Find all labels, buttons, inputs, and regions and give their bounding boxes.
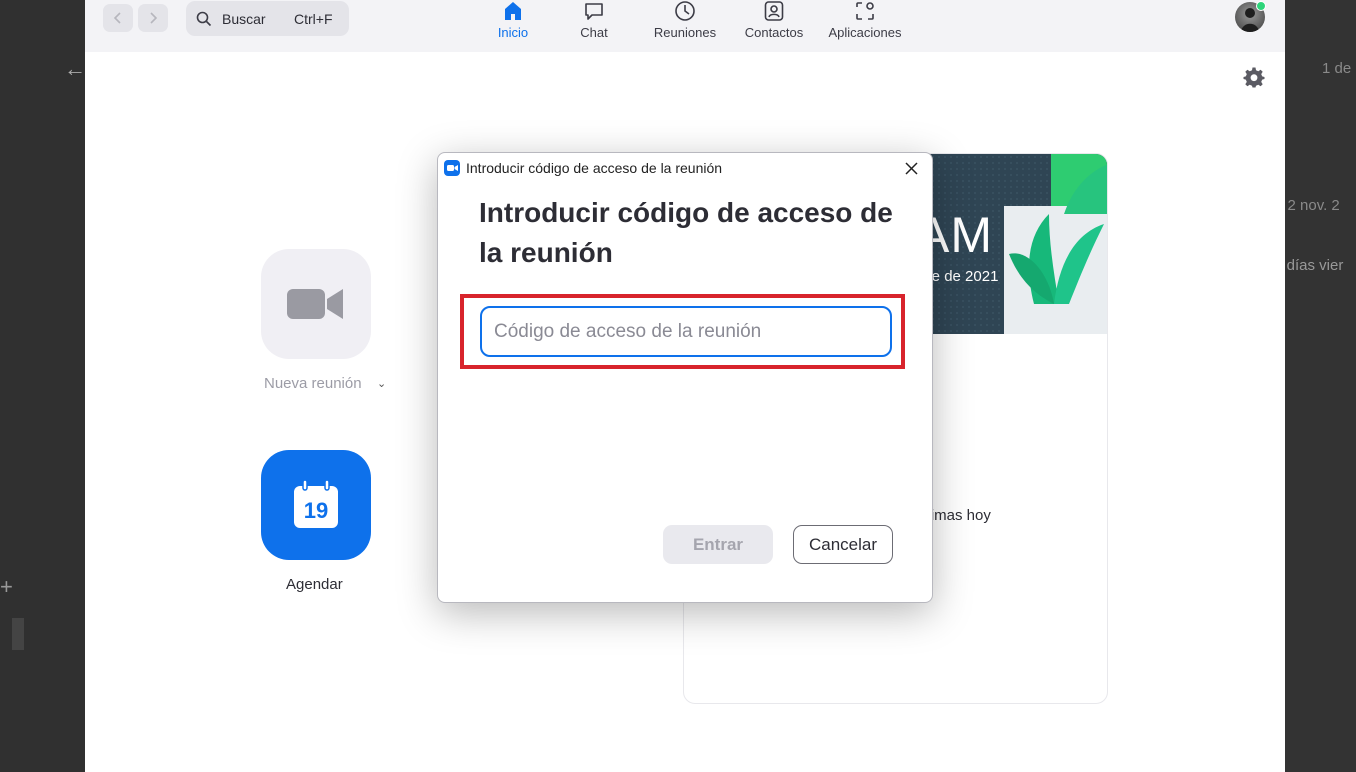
schedule-button[interactable]: 19 bbox=[261, 450, 371, 560]
settings-gear-icon[interactable] bbox=[1243, 66, 1265, 88]
new-meeting-button[interactable] bbox=[261, 249, 371, 359]
search-label: Buscar bbox=[222, 11, 266, 27]
passcode-dialog: Introducir código de acceso de la reunió… bbox=[437, 152, 933, 603]
clock-icon bbox=[675, 1, 695, 21]
chat-icon bbox=[585, 3, 603, 20]
add-icon: + bbox=[0, 574, 13, 599]
calendar-icon: 19 bbox=[294, 480, 338, 528]
contacts-icon bbox=[764, 1, 784, 21]
plant-illustration bbox=[1004, 154, 1107, 334]
passcode-input[interactable] bbox=[480, 306, 892, 357]
schedule-label: Agendar bbox=[286, 576, 343, 593]
search-input[interactable]: Buscar Ctrl+F bbox=[186, 1, 349, 36]
back-button[interactable] bbox=[103, 4, 133, 32]
page-indicator: 1 de bbox=[1322, 60, 1352, 77]
tab-chat[interactable]: Chat bbox=[574, 0, 614, 52]
chevron-right-icon bbox=[150, 12, 158, 24]
background-date: r, 2 nov. 2 bbox=[1285, 197, 1340, 214]
search-icon bbox=[196, 11, 212, 27]
chevron-left-icon bbox=[113, 12, 121, 24]
zoom-app-icon bbox=[444, 160, 460, 176]
new-meeting-label: Nueva reunión bbox=[264, 375, 362, 392]
background-days: s días vier bbox=[1285, 257, 1344, 274]
dialog-window-title: Introducir código de acceso de la reunió… bbox=[466, 160, 723, 176]
dialog-heading: Introducir código de acceso de la reunió… bbox=[479, 197, 893, 268]
tab-label: Reuniones bbox=[653, 25, 717, 40]
back-arrow-icon: ← bbox=[64, 56, 86, 81]
chevron-down-icon[interactable]: ⌄ bbox=[377, 377, 386, 390]
background-app-right-content: 1 de r, 2 nov. 2 s días vier bbox=[1285, 0, 1356, 772]
presence-indicator bbox=[1256, 1, 1266, 11]
cancel-button[interactable]: Cancelar bbox=[793, 525, 893, 564]
tab-contactos[interactable]: Contactos bbox=[741, 0, 807, 52]
top-toolbar: Buscar Ctrl+F Inicio Chat Reuniones Cont… bbox=[85, 0, 1285, 52]
background-bar bbox=[12, 618, 24, 650]
search-shortcut: Ctrl+F bbox=[294, 11, 333, 27]
tab-label: Contactos bbox=[744, 25, 804, 40]
tab-label: Inicio bbox=[497, 25, 529, 40]
apps-icon bbox=[856, 2, 874, 20]
forward-button[interactable] bbox=[138, 4, 168, 32]
background-app-left bbox=[0, 0, 85, 772]
video-camera-icon bbox=[287, 289, 343, 319]
tab-label: Aplicaciones bbox=[828, 25, 902, 40]
tab-inicio[interactable]: Inicio bbox=[489, 0, 537, 52]
tab-reuniones[interactable]: Reuniones bbox=[650, 0, 720, 52]
tab-aplicaciones[interactable]: Aplicaciones bbox=[827, 0, 903, 52]
close-button[interactable] bbox=[901, 158, 921, 178]
close-icon bbox=[904, 161, 918, 175]
tab-label: Chat bbox=[580, 25, 608, 40]
enter-button[interactable]: Entrar bbox=[663, 525, 773, 564]
home-icon bbox=[505, 2, 521, 20]
calendar-day: 19 bbox=[304, 498, 328, 523]
